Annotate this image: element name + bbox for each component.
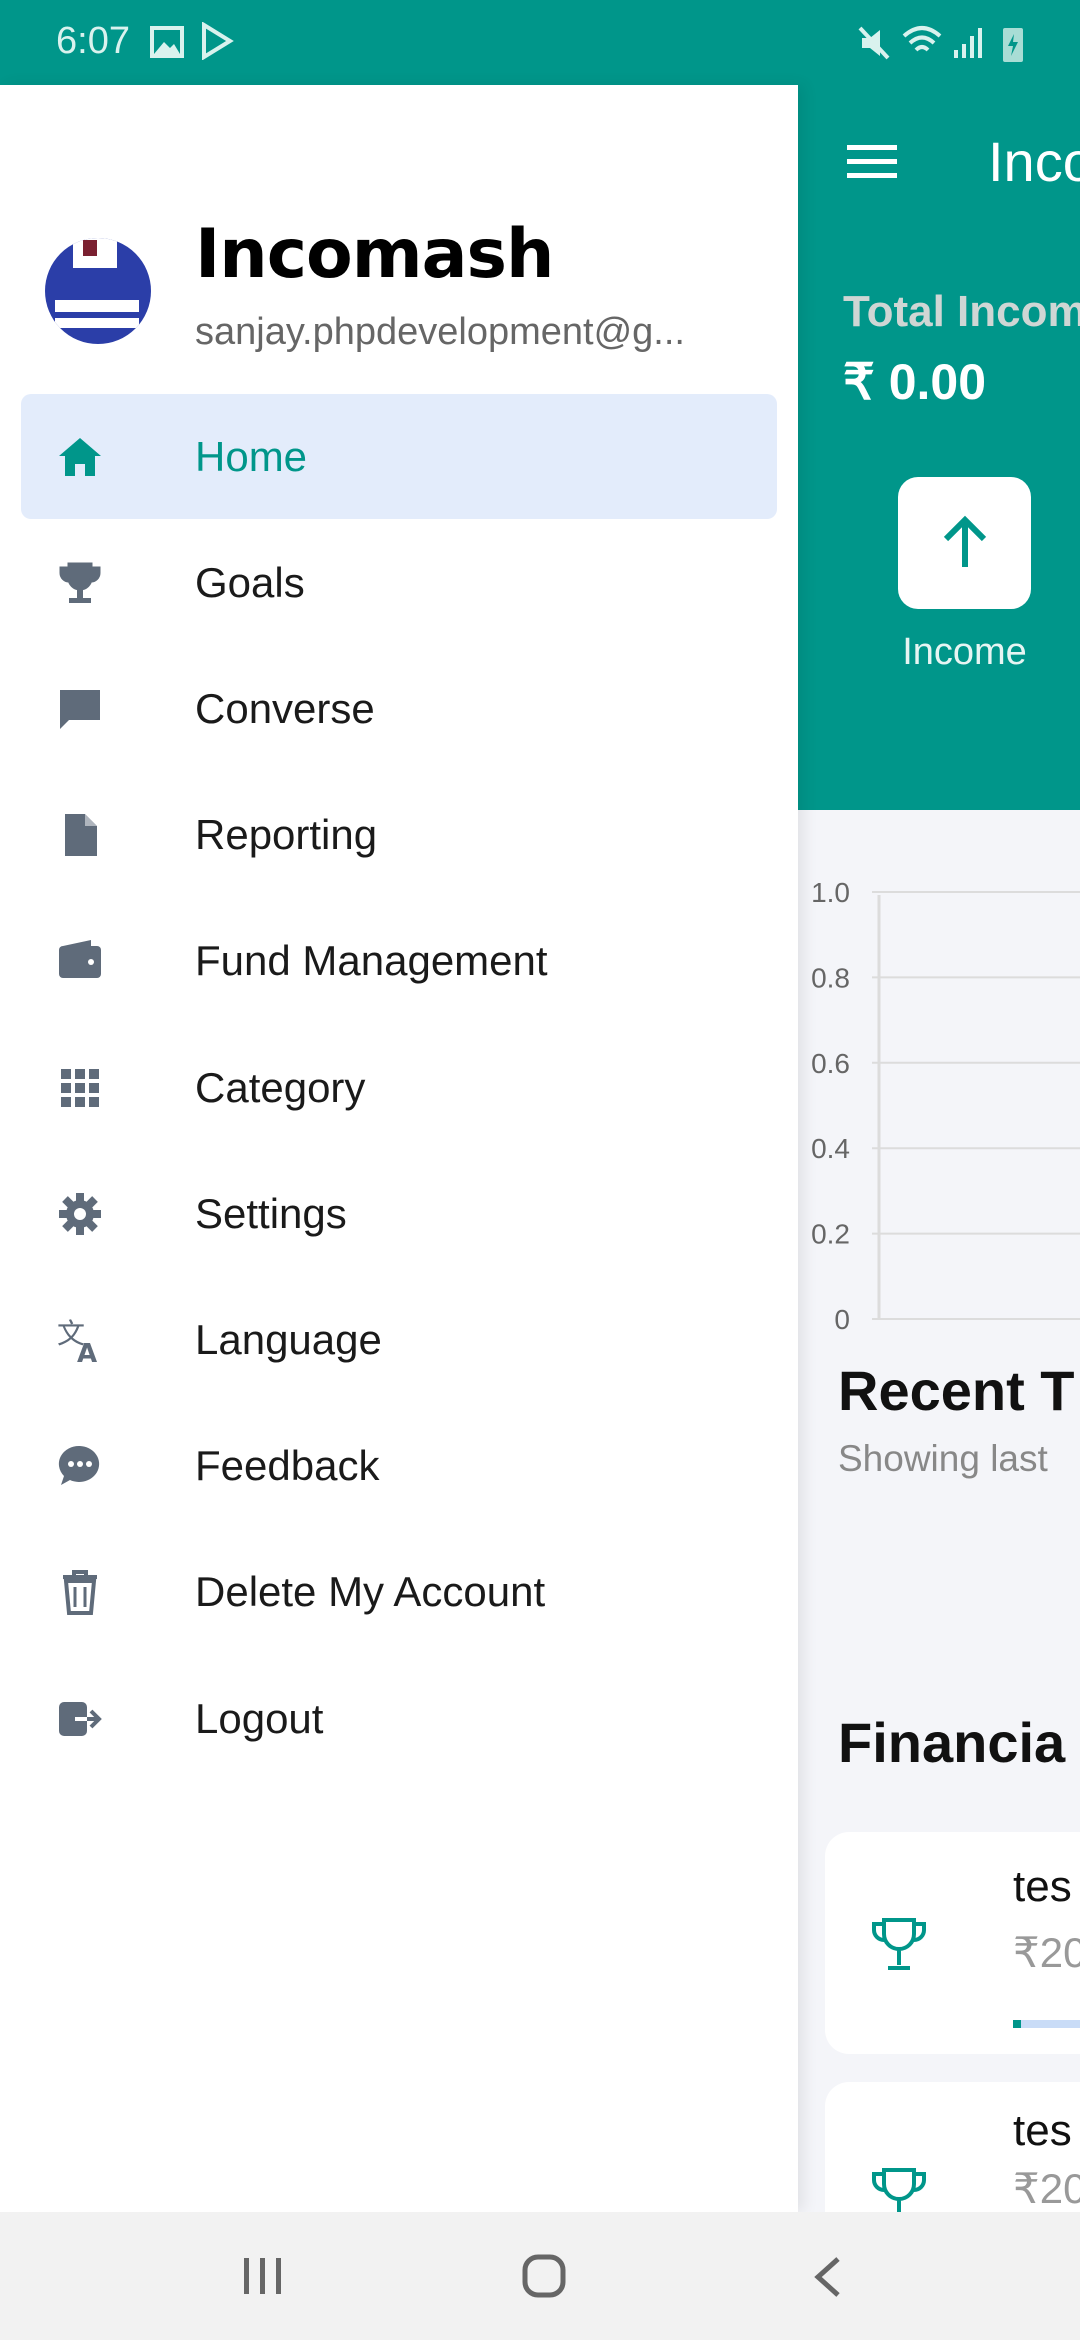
battery-charging-icon [1003, 28, 1023, 62]
trophy-icon [872, 1918, 926, 1970]
goal-card[interactable]: tes ₹20 [825, 2082, 1080, 2212]
recent-apps-icon[interactable] [242, 2256, 284, 2296]
grid-icon [61, 1068, 99, 1107]
sidebar-item-goals[interactable]: Goals [21, 520, 777, 645]
sidebar-item-settings[interactable]: Settings [21, 1151, 777, 1276]
play-store-icon [202, 22, 234, 60]
wifi-icon [902, 26, 942, 52]
y-tick-label: 0.6 [811, 1048, 850, 1079]
hamburger-menu-icon[interactable] [847, 143, 897, 179]
goal-name: tes [1013, 1862, 1072, 1911]
sidebar-item-category[interactable]: Category [21, 1025, 777, 1150]
signal-icon [954, 28, 982, 58]
sidebar-item-label: Fund Management [195, 937, 548, 985]
y-tick-label: 0.2 [811, 1219, 850, 1250]
chart: 1.0 0.8 0.6 0.4 0.2 0 [811, 877, 1080, 1335]
page-title: Inco [988, 130, 1080, 193]
y-tick-label: 0.4 [811, 1133, 850, 1164]
feedback-icon [58, 1446, 100, 1486]
mute-icon [858, 26, 890, 60]
arrow-up-icon [943, 515, 986, 567]
recent-transactions-subtitle: Showing last [838, 1438, 1048, 1479]
trophy-icon [59, 562, 101, 603]
sidebar-item-logout[interactable]: Logout [21, 1656, 777, 1781]
main-header: Inco Total Incom ₹ 0.00 Income [798, 85, 1080, 810]
status-time: 6:07 [56, 20, 130, 62]
sidebar-item-language[interactable]: 文 A Language [21, 1277, 777, 1402]
system-nav-bar [0, 2212, 1080, 2340]
sidebar-item-converse[interactable]: Converse [21, 646, 777, 771]
home-nav-icon[interactable] [522, 2254, 566, 2298]
goal-name: tes [1013, 2106, 1072, 2155]
sidebar-item-label: Feedback [195, 1442, 380, 1490]
document-icon [65, 814, 97, 857]
goal-amount: ₹20 [1013, 2165, 1080, 2212]
sidebar-item-fund-management[interactable]: Fund Management [21, 899, 777, 1024]
chat-icon [60, 689, 100, 729]
status-bar: 6:07 [0, 0, 1080, 85]
logout-icon [59, 1701, 102, 1736]
total-income-label: Total Incom [843, 287, 1080, 336]
gear-icon [59, 1192, 101, 1235]
sidebar-item-label: Converse [195, 684, 375, 732]
financial-goals-title: Financia [838, 1711, 1066, 1774]
sidebar-item-label: Home [195, 432, 308, 480]
sidebar-item-home[interactable]: Home [21, 394, 777, 519]
sidebar-item-label: Logout [195, 1694, 324, 1742]
wallet-icon [59, 940, 101, 979]
sidebar-item-label: Settings [195, 1189, 347, 1237]
trophy-icon [872, 2168, 926, 2212]
y-tick-label: 0 [834, 1304, 850, 1335]
gallery-icon [150, 26, 184, 58]
sidebar-item-label: Reporting [195, 811, 378, 859]
recent-transactions-title: Recent T [838, 1359, 1075, 1422]
y-tick-label: 0.8 [811, 962, 850, 993]
goal-card[interactable]: tes ₹20 [825, 1832, 1080, 2054]
total-income-value: ₹ 0.00 [843, 354, 987, 410]
trash-icon [63, 1570, 97, 1616]
income-button-label: Income [902, 631, 1027, 673]
sidebar-item-label: Category [195, 1063, 366, 1111]
goal-progress [1013, 2020, 1080, 2028]
sidebar-item-reporting[interactable]: Reporting [21, 773, 777, 898]
sidebar-item-feedback[interactable]: Feedback [21, 1404, 777, 1529]
translate-icon: 文A [57, 1317, 97, 1363]
main-content: 1.0 0.8 0.6 0.4 0.2 0 Recent T Showing last F… [798, 810, 1080, 2212]
user-email: sanjay.phpdevelopment@g... [195, 311, 685, 353]
goal-amount: ₹20 [1013, 1929, 1080, 1976]
sidebar-item-label: Delete My Account [195, 1568, 546, 1616]
navigation-drawer: Incomash sanjay.phpdevelopment@g... Home… [0, 85, 798, 2212]
svg-text:A: A [77, 1339, 97, 1363]
back-icon[interactable] [812, 2256, 842, 2298]
app-name: Incomash [195, 215, 554, 294]
income-button[interactable] [898, 477, 1031, 609]
sidebar-item-delete-my-account[interactable]: Delete My Account [21, 1530, 777, 1655]
sidebar-item-label: Goals [195, 558, 305, 606]
sidebar-item-label: Language [195, 1315, 382, 1363]
home-icon [59, 437, 101, 476]
y-tick-label: 1.0 [811, 877, 850, 908]
avatar[interactable] [45, 238, 151, 344]
